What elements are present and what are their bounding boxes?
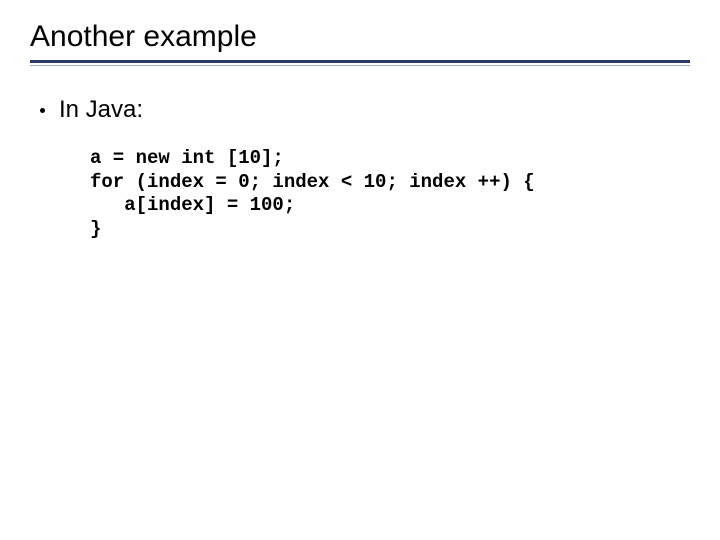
bullet-item: In Java: bbox=[40, 96, 690, 125]
slide: Another example In Java: a = new int [10… bbox=[0, 0, 720, 540]
title-underline bbox=[30, 60, 690, 66]
slide-title: Another example bbox=[30, 20, 690, 54]
bullet-text: In Java: bbox=[59, 96, 143, 125]
code-block: a = new int [10]; for (index = 0; index … bbox=[90, 147, 690, 242]
bullet-dot-icon bbox=[40, 108, 45, 113]
